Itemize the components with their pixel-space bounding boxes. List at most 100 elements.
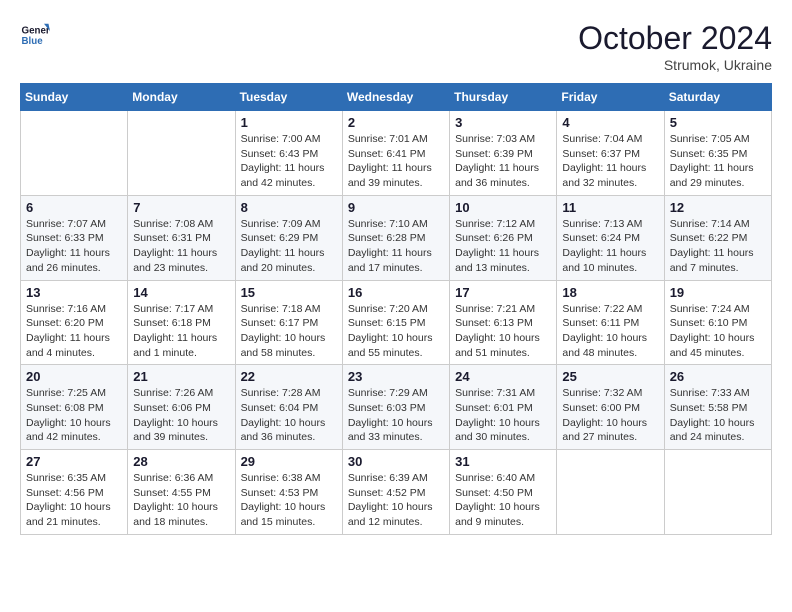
day-info: Sunrise: 7:28 AM Sunset: 6:04 PM Dayligh…	[241, 386, 337, 445]
day-number: 14	[133, 285, 229, 300]
day-number: 7	[133, 200, 229, 215]
calendar-cell: 2Sunrise: 7:01 AM Sunset: 6:41 PM Daylig…	[342, 111, 449, 196]
day-info: Sunrise: 7:00 AM Sunset: 6:43 PM Dayligh…	[241, 132, 337, 191]
weekday-header-monday: Monday	[128, 84, 235, 111]
day-info: Sunrise: 6:38 AM Sunset: 4:53 PM Dayligh…	[241, 471, 337, 530]
calendar-cell: 31 Sunrise: 6:40 AM Sunset: 4:50 PM Dayli…	[450, 450, 557, 535]
day-number: 30	[348, 454, 444, 469]
logo-icon: General Blue	[20, 20, 50, 50]
day-number: 1	[241, 115, 337, 130]
day-info: Sunrise: 7:13 AM Sunset: 6:24 PM Dayligh…	[562, 217, 658, 276]
weekday-header-row: SundayMondayTuesdayWednesdayThursdayFrid…	[21, 84, 772, 111]
day-number: 9	[348, 200, 444, 215]
calendar-cell: 23 Sunrise: 7:29 AM Sunset: 6:03 PM Dayli…	[342, 365, 449, 450]
day-info: Sunrise: 7:07 AM Sunset: 6:33 PM Dayligh…	[26, 217, 122, 276]
day-info: Sunrise: 7:14 AM Sunset: 6:22 PM Dayligh…	[670, 217, 766, 276]
calendar-cell: 10 Sunrise: 7:12 AM Sunset: 6:26 PM Dayli…	[450, 195, 557, 280]
weekday-header-tuesday: Tuesday	[235, 84, 342, 111]
weekday-header-wednesday: Wednesday	[342, 84, 449, 111]
calendar-cell: 12Sunrise: 7:14 AM Sunset: 6:22 PM Dayli…	[664, 195, 771, 280]
day-number: 15	[241, 285, 337, 300]
day-number: 17	[455, 285, 551, 300]
calendar-cell: 3Sunrise: 7:03 AM Sunset: 6:39 PM Daylig…	[450, 111, 557, 196]
weekday-header-saturday: Saturday	[664, 84, 771, 111]
day-info: Sunrise: 7:10 AM Sunset: 6:28 PM Dayligh…	[348, 217, 444, 276]
calendar-cell: 25 Sunrise: 7:32 AM Sunset: 6:00 PM Dayli…	[557, 365, 664, 450]
calendar-cell	[128, 111, 235, 196]
logo: General Blue	[20, 20, 50, 50]
day-number: 13	[26, 285, 122, 300]
calendar-cell: 6 Sunrise: 7:07 AM Sunset: 6:33 PM Daylig…	[21, 195, 128, 280]
day-number: 4	[562, 115, 658, 130]
day-info: Sunrise: 6:40 AM Sunset: 4:50 PM Dayligh…	[455, 471, 551, 530]
day-number: 29	[241, 454, 337, 469]
calendar-cell: 7 Sunrise: 7:08 AM Sunset: 6:31 PM Daylig…	[128, 195, 235, 280]
day-info: Sunrise: 7:26 AM Sunset: 6:06 PM Dayligh…	[133, 386, 229, 445]
calendar-cell: 20 Sunrise: 7:25 AM Sunset: 6:08 PM Dayli…	[21, 365, 128, 450]
month-title: October 2024	[578, 20, 772, 57]
calendar-cell: 13 Sunrise: 7:16 AM Sunset: 6:20 PM Dayli…	[21, 280, 128, 365]
day-info: Sunrise: 7:25 AM Sunset: 6:08 PM Dayligh…	[26, 386, 122, 445]
svg-text:Blue: Blue	[22, 36, 44, 47]
day-number: 5	[670, 115, 766, 130]
calendar-week-row: 20 Sunrise: 7:25 AM Sunset: 6:08 PM Dayli…	[21, 365, 772, 450]
title-area: October 2024 Strumok, Ukraine	[578, 20, 772, 73]
day-info: Sunrise: 7:29 AM Sunset: 6:03 PM Dayligh…	[348, 386, 444, 445]
calendar-cell: 5Sunrise: 7:05 AM Sunset: 6:35 PM Daylig…	[664, 111, 771, 196]
day-info: Sunrise: 7:04 AM Sunset: 6:37 PM Dayligh…	[562, 132, 658, 191]
day-info: Sunrise: 7:32 AM Sunset: 6:00 PM Dayligh…	[562, 386, 658, 445]
day-info: Sunrise: 7:12 AM Sunset: 6:26 PM Dayligh…	[455, 217, 551, 276]
calendar-cell: 17 Sunrise: 7:21 AM Sunset: 6:13 PM Dayli…	[450, 280, 557, 365]
calendar-cell: 11 Sunrise: 7:13 AM Sunset: 6:24 PM Dayli…	[557, 195, 664, 280]
calendar-cell: 8 Sunrise: 7:09 AM Sunset: 6:29 PM Daylig…	[235, 195, 342, 280]
calendar-cell: 27Sunrise: 6:35 AM Sunset: 4:56 PM Dayli…	[21, 450, 128, 535]
day-info: Sunrise: 7:22 AM Sunset: 6:11 PM Dayligh…	[562, 302, 658, 361]
weekday-header-sunday: Sunday	[21, 84, 128, 111]
calendar-cell: 15 Sunrise: 7:18 AM Sunset: 6:17 PM Dayli…	[235, 280, 342, 365]
calendar-week-row: 13 Sunrise: 7:16 AM Sunset: 6:20 PM Dayli…	[21, 280, 772, 365]
day-info: Sunrise: 7:18 AM Sunset: 6:17 PM Dayligh…	[241, 302, 337, 361]
day-number: 25	[562, 369, 658, 384]
day-info: Sunrise: 7:17 AM Sunset: 6:18 PM Dayligh…	[133, 302, 229, 361]
calendar-cell: 9 Sunrise: 7:10 AM Sunset: 6:28 PM Daylig…	[342, 195, 449, 280]
calendar-cell	[557, 450, 664, 535]
day-info: Sunrise: 7:33 AM Sunset: 5:58 PM Dayligh…	[670, 386, 766, 445]
day-info: Sunrise: 7:08 AM Sunset: 6:31 PM Dayligh…	[133, 217, 229, 276]
day-number: 26	[670, 369, 766, 384]
calendar-cell: 14 Sunrise: 7:17 AM Sunset: 6:18 PM Dayli…	[128, 280, 235, 365]
calendar-cell	[664, 450, 771, 535]
calendar-cell: 30 Sunrise: 6:39 AM Sunset: 4:52 PM Dayli…	[342, 450, 449, 535]
calendar-week-row: 27Sunrise: 6:35 AM Sunset: 4:56 PM Dayli…	[21, 450, 772, 535]
day-number: 11	[562, 200, 658, 215]
calendar-cell: 19 Sunrise: 7:24 AM Sunset: 6:10 PM Dayli…	[664, 280, 771, 365]
calendar-cell: 22Sunrise: 7:28 AM Sunset: 6:04 PM Dayli…	[235, 365, 342, 450]
day-number: 24	[455, 369, 551, 384]
day-number: 19	[670, 285, 766, 300]
calendar-cell	[21, 111, 128, 196]
day-number: 16	[348, 285, 444, 300]
calendar-cell: 18 Sunrise: 7:22 AM Sunset: 6:11 PM Dayli…	[557, 280, 664, 365]
page-header: General Blue October 2024 Strumok, Ukrai…	[20, 20, 772, 73]
day-number: 8	[241, 200, 337, 215]
calendar-cell: 24Sunrise: 7:31 AM Sunset: 6:01 PM Dayli…	[450, 365, 557, 450]
calendar-table: SundayMondayTuesdayWednesdayThursdayFrid…	[20, 83, 772, 535]
day-number: 31	[455, 454, 551, 469]
calendar-cell: 26 Sunrise: 7:33 AM Sunset: 5:58 PM Dayli…	[664, 365, 771, 450]
day-info: Sunrise: 7:09 AM Sunset: 6:29 PM Dayligh…	[241, 217, 337, 276]
weekday-header-friday: Friday	[557, 84, 664, 111]
day-number: 20	[26, 369, 122, 384]
weekday-header-thursday: Thursday	[450, 84, 557, 111]
day-number: 23	[348, 369, 444, 384]
calendar-cell: 21Sunrise: 7:26 AM Sunset: 6:06 PM Dayli…	[128, 365, 235, 450]
day-info: Sunrise: 7:24 AM Sunset: 6:10 PM Dayligh…	[670, 302, 766, 361]
day-info: Sunrise: 6:39 AM Sunset: 4:52 PM Dayligh…	[348, 471, 444, 530]
calendar-cell: 29 Sunrise: 6:38 AM Sunset: 4:53 PM Dayli…	[235, 450, 342, 535]
day-info: Sunrise: 7:21 AM Sunset: 6:13 PM Dayligh…	[455, 302, 551, 361]
day-info: Sunrise: 7:16 AM Sunset: 6:20 PM Dayligh…	[26, 302, 122, 361]
location-title: Strumok, Ukraine	[578, 57, 772, 73]
day-info: Sunrise: 7:03 AM Sunset: 6:39 PM Dayligh…	[455, 132, 551, 191]
day-number: 10	[455, 200, 551, 215]
day-number: 6	[26, 200, 122, 215]
day-number: 18	[562, 285, 658, 300]
calendar-cell: 4 Sunrise: 7:04 AM Sunset: 6:37 PM Daylig…	[557, 111, 664, 196]
